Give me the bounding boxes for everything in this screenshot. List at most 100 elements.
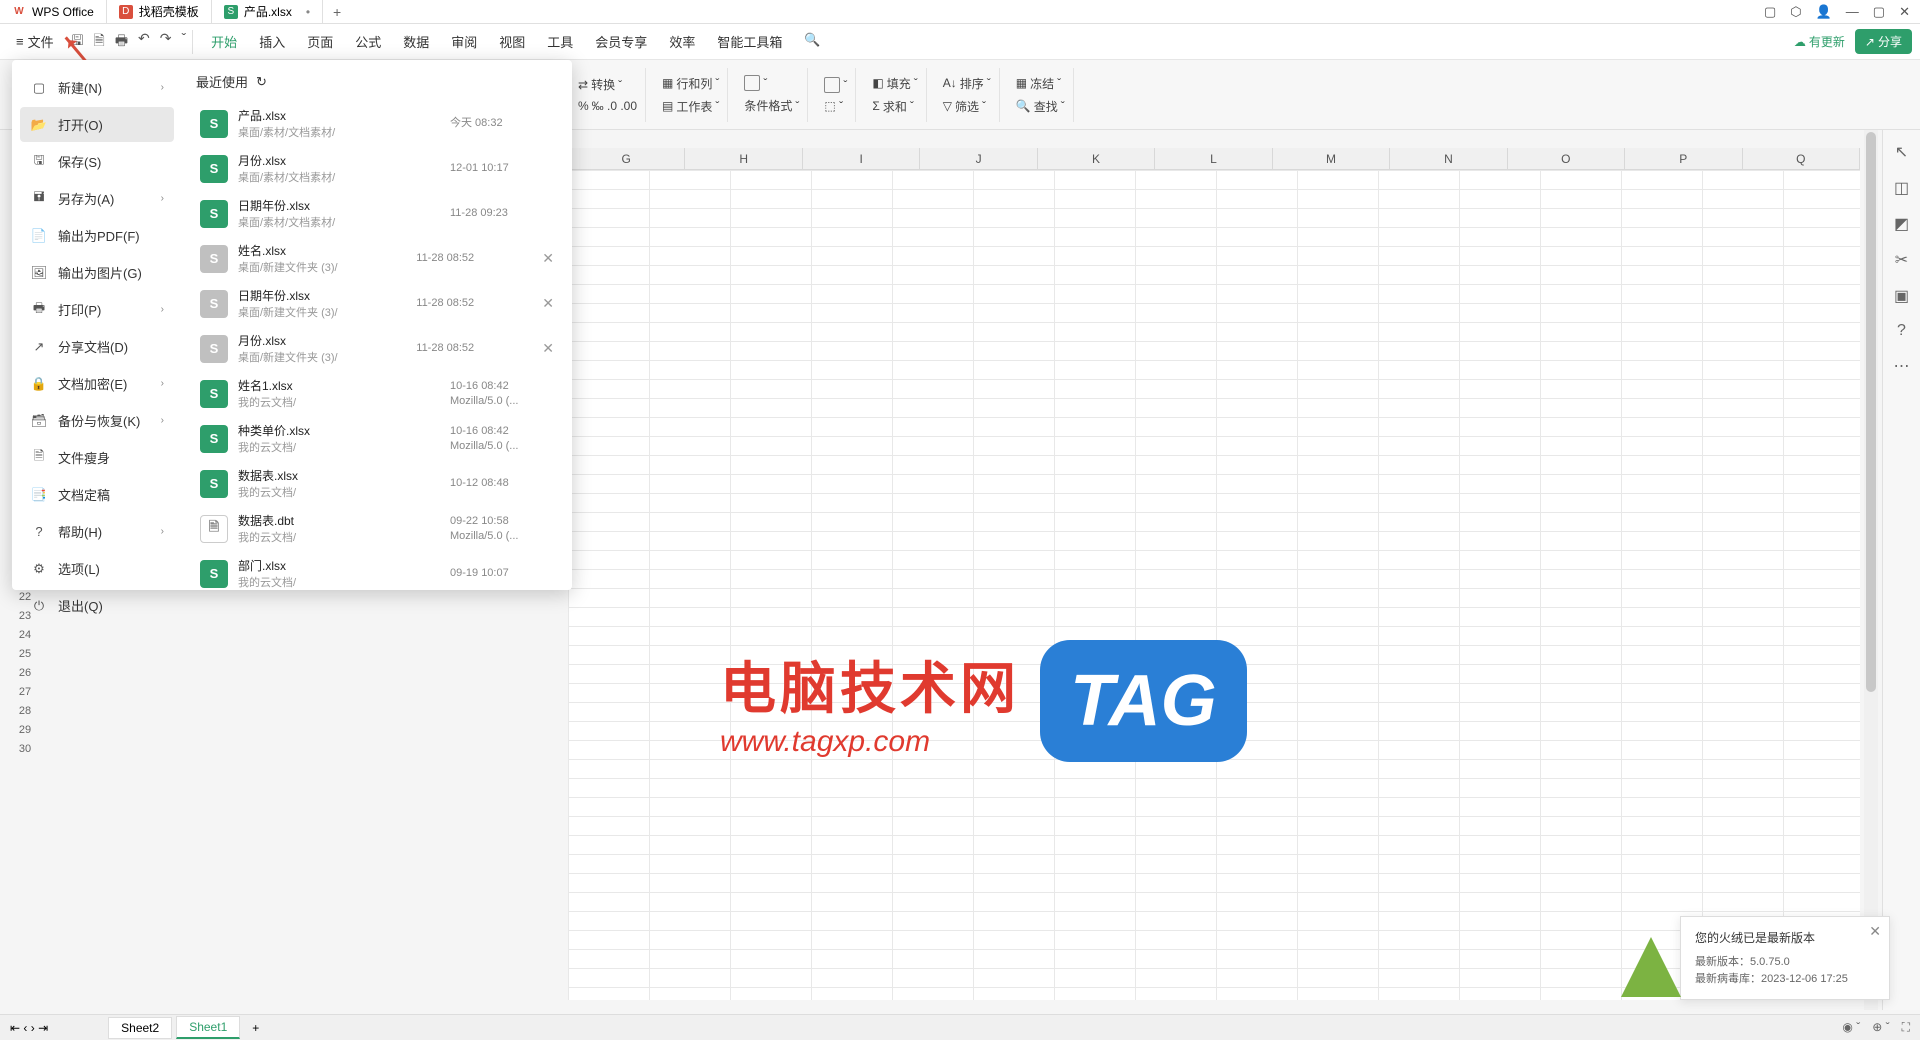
col-header[interactable]: J — [920, 148, 1037, 169]
sort-button[interactable]: A↓ 排序 ˇ — [943, 75, 991, 92]
close-icon[interactable]: ✕ — [536, 295, 560, 312]
maximize-icon[interactable]: ▢ — [1873, 4, 1885, 20]
tab-smart[interactable]: 智能工具箱 — [717, 32, 782, 51]
freeze-button[interactable]: ▦ 冻结 ˇ — [1016, 75, 1065, 92]
tab-review[interactable]: 审阅 — [451, 32, 477, 51]
recent-item[interactable]: S 姓名.xlsx桌面/新建文件夹 (3)/ 11-28 08:52 ✕ — [196, 236, 564, 281]
zoom-icon[interactable]: ⊕ ˇ — [1872, 1020, 1889, 1035]
col-header[interactable]: H — [685, 148, 802, 169]
recent-item[interactable]: S 日期年份.xlsx桌面/新建文件夹 (3)/ 11-28 08:52 ✕ — [196, 281, 564, 326]
refresh-icon[interactable]: ↻ — [256, 74, 267, 90]
file-menu-item[interactable]: 🖼输出为图片(G) — [20, 255, 174, 290]
recent-item[interactable]: 🗎 数据表.dbt我的云文档/ 09-22 10:58Mozilla/5.0 (… — [196, 506, 564, 551]
cursor-icon[interactable]: ↖ — [1895, 142, 1908, 162]
row-header[interactable]: 25 — [10, 645, 40, 664]
nav-prev-icon[interactable]: ‹ — [23, 1021, 27, 1035]
undo-icon[interactable]: ↶ — [138, 30, 150, 54]
minimize-icon[interactable]: — — [1846, 4, 1859, 20]
tab-efficiency[interactable]: 效率 — [669, 32, 695, 51]
recent-item[interactable]: S 月份.xlsx桌面/新建文件夹 (3)/ 11-28 08:52 ✕ — [196, 326, 564, 371]
col-header[interactable]: O — [1508, 148, 1625, 169]
sheet-tab[interactable]: Sheet2 — [108, 1017, 172, 1039]
nav-next-icon[interactable]: › — [31, 1021, 35, 1035]
col-header[interactable]: M — [1273, 148, 1390, 169]
vertical-scrollbar[interactable] — [1864, 130, 1878, 1010]
row-header[interactable]: 30 — [10, 740, 40, 759]
nav-first-icon[interactable]: ⇤ — [10, 1021, 20, 1035]
view-icon[interactable]: ◉ ˇ — [1842, 1020, 1860, 1035]
tab-data[interactable]: 数据 — [403, 32, 429, 51]
scroll-thumb[interactable] — [1866, 132, 1876, 692]
filter-button[interactable]: ▽ 筛选 ˇ — [943, 98, 991, 115]
worksheet-button[interactable]: ▤ 工作表 ˇ — [662, 98, 719, 115]
row-header[interactable]: 29 — [10, 721, 40, 740]
tools-icon[interactable]: ✂ — [1895, 250, 1908, 270]
cell-grid[interactable] — [568, 170, 1860, 1000]
file-menu-item[interactable]: 📄输出为PDF(F) — [20, 218, 174, 253]
close-icon[interactable]: ✕ — [536, 250, 560, 267]
file-menu-item[interactable]: 🗃备份与恢复(K)› — [20, 403, 174, 438]
help-icon[interactable]: ? — [1897, 322, 1906, 340]
sheet-tab-active[interactable]: Sheet1 — [176, 1016, 240, 1039]
search-icon[interactable]: 🔍 — [804, 32, 820, 51]
border-button[interactable]: ⬚ ˇ — [824, 99, 847, 113]
tab-page[interactable]: 页面 — [307, 32, 333, 51]
close-icon[interactable]: ✕ — [536, 340, 560, 357]
tab-insert[interactable]: 插入 — [259, 32, 285, 51]
close-icon[interactable]: ✕ — [1899, 4, 1910, 20]
file-menu-item[interactable]: 🔒文档加密(E)› — [20, 366, 174, 401]
cell-button[interactable]: ˇ — [824, 77, 847, 93]
tab-template[interactable]: D找稻壳模板 — [107, 0, 212, 24]
file-menu-button[interactable]: ≡文件 — [8, 28, 62, 55]
nav-last-icon[interactable]: ⇥ — [38, 1021, 48, 1035]
col-header[interactable]: Q — [1743, 148, 1860, 169]
tab-document[interactable]: S产品.xlsx• — [212, 0, 323, 24]
print-preview-icon[interactable]: 🗎 — [94, 30, 105, 54]
tab-formula[interactable]: 公式 — [355, 32, 381, 51]
sum-button[interactable]: Σ 求和 ˇ — [872, 98, 917, 115]
condfmt-button[interactable]: 条件格式 ˇ — [744, 97, 799, 114]
row-header[interactable]: 26 — [10, 664, 40, 683]
file-menu-item[interactable]: 📑文档定稿 — [20, 477, 174, 512]
file-menu-item[interactable]: 🖬另存为(A)› — [20, 181, 174, 216]
col-header[interactable]: N — [1390, 148, 1507, 169]
percent-button[interactable]: % ‰ .0 .00 — [578, 99, 637, 113]
file-menu-item[interactable]: ▢新建(N)› — [20, 70, 174, 105]
file-menu-item[interactable]: ⚙选项(L) — [20, 551, 174, 586]
row-header[interactable]: 24 — [10, 626, 40, 645]
file-menu-item[interactable]: 🗎文件瘦身 — [20, 440, 174, 475]
recent-item[interactable]: S 种类单价.xlsx我的云文档/ 10-16 08:42Mozilla/5.0… — [196, 416, 564, 461]
recent-item[interactable]: S 数据表.xlsx我的云文档/ 10-12 08:48 — [196, 461, 564, 506]
tab-view[interactable]: 视图 — [499, 32, 525, 51]
sheet-add[interactable]: + — [244, 1021, 267, 1035]
dropdown-icon[interactable]: ˇ — [182, 30, 187, 54]
tab-tools[interactable]: 工具 — [547, 32, 573, 51]
tab-wps[interactable]: WWPS Office — [0, 0, 107, 24]
file-menu-item[interactable]: ?帮助(H)› — [20, 514, 174, 549]
recent-item[interactable]: S 姓名1.xlsx我的云文档/ 10-16 08:42Mozilla/5.0 … — [196, 371, 564, 416]
update-button[interactable]: ☁ 有更新 — [1794, 33, 1845, 50]
bookmark-icon[interactable]: ▣ — [1894, 286, 1909, 306]
toast-close-icon[interactable]: ✕ — [1869, 923, 1881, 940]
col-header[interactable]: L — [1155, 148, 1272, 169]
file-menu-item[interactable]: ⏻退出(Q) — [20, 588, 174, 623]
tab-add[interactable]: + — [323, 4, 351, 20]
expand-icon[interactable]: ⛶ — [1902, 1020, 1910, 1035]
row-header[interactable]: 27 — [10, 683, 40, 702]
redo-icon[interactable]: ↷ — [160, 30, 172, 54]
fill-button[interactable]: ◧ 填充 ˇ — [872, 75, 917, 92]
avatar-icon[interactable]: 👤 — [1816, 4, 1832, 20]
chart-icon[interactable]: ◩ — [1894, 214, 1909, 234]
file-menu-item[interactable]: 🖫保存(S) — [20, 144, 174, 179]
panel-icon[interactable]: ◫ — [1894, 178, 1909, 198]
tab-member[interactable]: 会员专享 — [595, 32, 647, 51]
convert-button[interactable]: ⇄ 转换 ˇ — [578, 76, 637, 93]
recent-item[interactable]: S 日期年份.xlsx桌面/素材/文档素材/ 11-28 09:23 — [196, 191, 564, 236]
print-icon[interactable]: 🖶 — [115, 30, 128, 54]
layout-icon[interactable]: ▢ — [1764, 4, 1776, 20]
more-icon[interactable]: ⋯ — [1894, 356, 1910, 376]
file-menu-item[interactable]: 🖶打印(P)› — [20, 292, 174, 327]
find-button[interactable]: 🔍 查找 ˇ — [1016, 98, 1065, 115]
cube-icon[interactable]: ⬡ — [1790, 4, 1801, 20]
recent-item[interactable]: S 产品.xlsx桌面/素材/文档素材/ 今天 08:32 — [196, 101, 564, 146]
